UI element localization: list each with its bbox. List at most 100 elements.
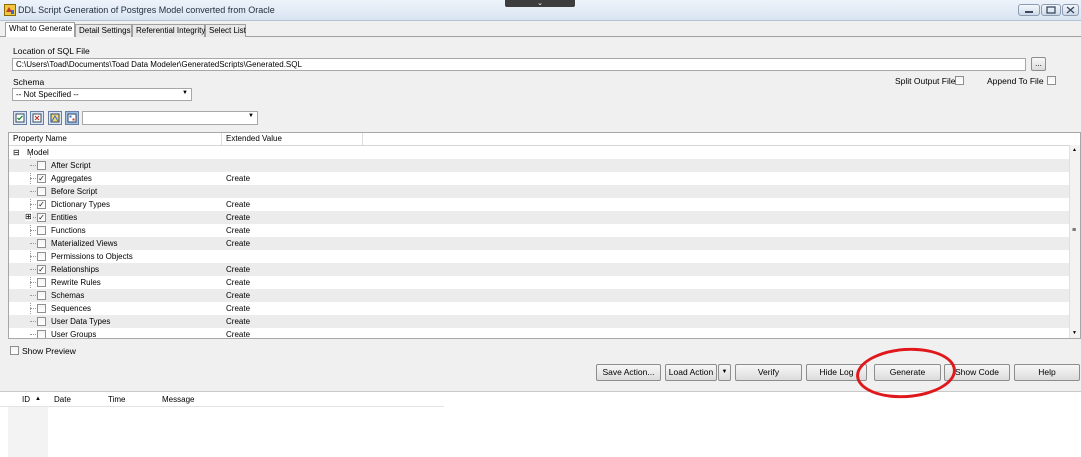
save-action-button[interactable]: Save Action...: [596, 364, 661, 381]
row-extended-value[interactable]: Create: [226, 213, 250, 222]
grid-row[interactable]: Permissions to Objects: [9, 250, 1071, 263]
log-row-gutter: [8, 407, 48, 457]
browse-button[interactable]: ...: [1031, 57, 1046, 71]
settings-grid-icon[interactable]: [65, 111, 79, 125]
minimize-button[interactable]: [1018, 4, 1040, 16]
restore-button[interactable]: [1041, 4, 1061, 16]
grid-row[interactable]: After Script: [9, 159, 1071, 172]
row-property-name: Relationships: [51, 265, 100, 274]
row-checkbox[interactable]: [37, 278, 46, 287]
row-checkbox[interactable]: [37, 291, 46, 300]
row-extended-value[interactable]: Create: [226, 330, 250, 338]
log-column-time[interactable]: Time: [108, 395, 125, 404]
row-checkbox[interactable]: [37, 161, 46, 170]
grid-row[interactable]: User Groups Create: [9, 328, 1071, 339]
row-checkbox[interactable]: [37, 330, 46, 338]
row-extended-value[interactable]: Create: [226, 291, 250, 300]
show-preview-label: Show Preview: [22, 346, 76, 356]
grid-row[interactable]: Schemas Create: [9, 289, 1071, 302]
tree-connector: [30, 269, 36, 270]
column-header-extended-value[interactable]: Extended Value: [226, 134, 282, 143]
row-checkbox[interactable]: [37, 304, 46, 313]
select-tree-icon[interactable]: [48, 111, 62, 125]
row-property-name: User Groups: [51, 330, 97, 339]
row-extended-value[interactable]: Create: [226, 317, 250, 326]
log-column-id[interactable]: ID: [22, 395, 30, 404]
row-extended-value[interactable]: Create: [226, 174, 250, 183]
row-property-name: Functions: [51, 226, 86, 235]
row-property-name: Schemas: [51, 291, 85, 300]
log-list[interactable]: ID ▲ Date Time Message: [0, 391, 1081, 457]
property-grid[interactable]: Property Name Extended Value ⊟ Model Aft…: [8, 132, 1081, 339]
scroll-down-icon[interactable]: ▼: [1072, 330, 1077, 336]
row-checkbox[interactable]: [37, 226, 46, 235]
split-output-checkbox[interactable]: [955, 76, 964, 85]
scroll-grip-icon[interactable]: ≡: [1072, 227, 1076, 234]
grid-row[interactable]: ✓ Aggregates Create: [9, 172, 1071, 185]
tree-connector: [30, 295, 36, 296]
schema-selected-value: -- Not Specified --: [16, 90, 79, 99]
grid-row[interactable]: Functions Create: [9, 224, 1071, 237]
grid-header: Property Name Extended Value: [9, 133, 1080, 146]
filter-select[interactable]: ▼: [82, 111, 258, 125]
sql-file-path-input[interactable]: C:\Users\Toad\Documents\Toad Data Modele…: [12, 58, 1026, 71]
row-extended-value[interactable]: Create: [226, 226, 250, 235]
collapse-icon[interactable]: ⊟: [13, 148, 20, 157]
row-property-name: Aggregates: [51, 174, 92, 183]
row-property-name: Entities: [51, 213, 78, 222]
tree-root-row[interactable]: ⊟ Model: [9, 146, 1071, 159]
tab-what-to-generate[interactable]: What to Generate: [5, 22, 75, 37]
row-checkbox[interactable]: ✓: [37, 265, 46, 274]
schema-label: Schema: [13, 77, 45, 87]
row-checkbox[interactable]: [37, 239, 46, 248]
column-header-property-name[interactable]: Property Name: [13, 134, 67, 143]
dropdown-arrow-icon: ▼: [182, 90, 188, 96]
show-preview-checkbox[interactable]: [10, 346, 19, 355]
chevron-down-icon[interactable]: ⌄: [505, 0, 575, 7]
log-column-date[interactable]: Date: [54, 395, 71, 404]
row-property-name: After Script: [51, 161, 91, 170]
verify-button[interactable]: Verify: [735, 364, 802, 381]
grid-row[interactable]: Before Script: [9, 185, 1071, 198]
row-property-name: Before Script: [51, 187, 98, 196]
row-extended-value[interactable]: Create: [226, 239, 250, 248]
grid-row[interactable]: ✓ Relationships Create: [9, 263, 1071, 276]
log-header-divider: [0, 406, 444, 407]
check-all-icon[interactable]: [13, 111, 27, 125]
vertical-scrollbar[interactable]: ▲ ≡ ▼: [1069, 145, 1080, 338]
row-extended-value[interactable]: Create: [226, 200, 250, 209]
schema-select[interactable]: -- Not Specified -- ▼: [12, 88, 192, 101]
row-extended-value[interactable]: Create: [226, 304, 250, 313]
tab-detail-settings[interactable]: Detail Settings: [75, 24, 132, 37]
load-action-button[interactable]: Load Action: [665, 364, 717, 381]
append-to-file-label: Append To File: [987, 76, 1044, 86]
scroll-up-icon[interactable]: ▲: [1072, 147, 1077, 153]
grid-row[interactable]: Materialized Views Create: [9, 237, 1071, 250]
tree-connector: [30, 230, 36, 231]
row-checkbox[interactable]: [37, 252, 46, 261]
row-checkbox[interactable]: [37, 187, 46, 196]
load-action-dropdown-icon[interactable]: ▼: [718, 364, 731, 381]
grid-row[interactable]: User Data Types Create: [9, 315, 1071, 328]
close-button[interactable]: [1062, 4, 1079, 16]
expand-icon[interactable]: ⊞: [25, 212, 32, 221]
tab-select-list[interactable]: Select List: [205, 24, 246, 37]
row-extended-value[interactable]: Create: [226, 265, 250, 274]
uncheck-all-icon[interactable]: [30, 111, 44, 125]
row-checkbox[interactable]: [37, 317, 46, 326]
tree-connector: [30, 321, 36, 322]
help-button[interactable]: Help: [1014, 364, 1080, 381]
grid-row[interactable]: ⊞ ✓ Entities Create: [9, 211, 1071, 224]
log-column-message[interactable]: Message: [162, 395, 194, 404]
grid-row[interactable]: Sequences Create: [9, 302, 1071, 315]
tree-connector: [30, 256, 36, 257]
row-checkbox[interactable]: ✓: [37, 174, 46, 183]
row-checkbox[interactable]: ✓: [37, 200, 46, 209]
grid-row[interactable]: ✓ Dictionary Types Create: [9, 198, 1071, 211]
row-checkbox[interactable]: ✓: [37, 213, 46, 222]
append-to-file-checkbox[interactable]: [1047, 76, 1056, 85]
row-extended-value[interactable]: Create: [226, 278, 250, 287]
location-label: Location of SQL File: [13, 46, 90, 56]
tab-referential-integrity[interactable]: Referential Integrity: [132, 24, 205, 37]
grid-row[interactable]: Rewrite Rules Create: [9, 276, 1071, 289]
